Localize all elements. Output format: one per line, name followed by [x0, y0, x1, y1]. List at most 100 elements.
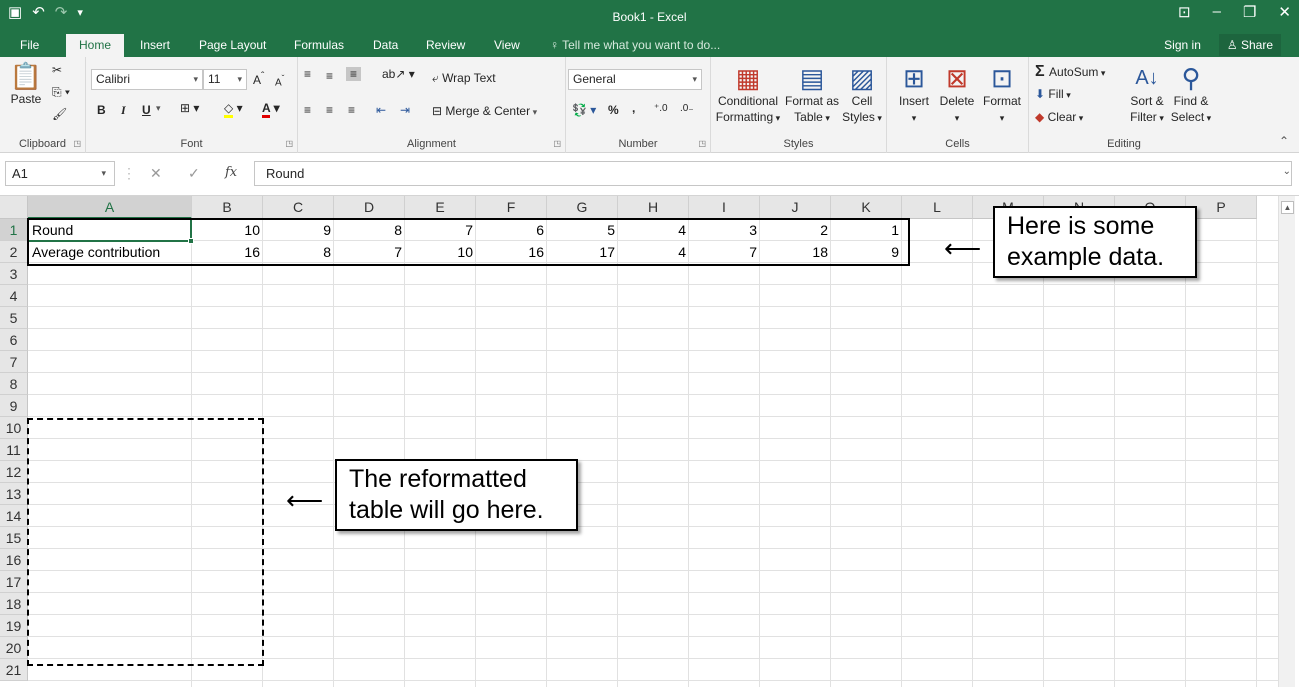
top-align-icon[interactable]: ≡	[304, 67, 311, 81]
minimize-button[interactable]: –	[1213, 3, 1221, 21]
column-header-k[interactable]: K	[831, 196, 902, 219]
decrease-indent-icon[interactable]: ⇤	[376, 103, 386, 117]
share-button[interactable]: ♙ Share	[1218, 34, 1281, 56]
dialog-launcher-icon[interactable]: ◳	[553, 139, 561, 148]
align-center-icon[interactable]: ≡	[326, 103, 333, 117]
column-header-h[interactable]: H	[618, 196, 689, 219]
row-header-13[interactable]: 13	[0, 483, 28, 505]
font-color-icon[interactable]: A ▾	[262, 101, 280, 118]
number-format-combo[interactable]: General ▾	[568, 69, 702, 90]
select-all-corner[interactable]	[0, 196, 28, 219]
column-header-i[interactable]: I	[689, 196, 760, 219]
column-header-j[interactable]: J	[760, 196, 831, 219]
row-header-8[interactable]: 8	[0, 373, 28, 395]
orientation-icon[interactable]: ab↗ ▾	[382, 67, 415, 81]
find-select-button[interactable]: ⚲ Find & Select ▾	[1169, 63, 1213, 126]
middle-align-icon[interactable]: ≡	[326, 69, 333, 83]
row-header-17[interactable]: 17	[0, 571, 28, 593]
restore-button[interactable]: ❐	[1243, 3, 1256, 21]
ribbon-display-icon[interactable]: ⊡	[1178, 3, 1191, 21]
accounting-format-icon[interactable]: 💱 ▾	[572, 103, 596, 117]
sign-in-link[interactable]: Sign in	[1164, 34, 1201, 56]
comma-button[interactable]: ,	[632, 101, 635, 115]
bold-button[interactable]: B	[97, 103, 106, 117]
column-header-a[interactable]: A	[28, 196, 192, 219]
format-cells-button[interactable]: ⊡ Format ▾	[979, 63, 1025, 126]
column-header-g[interactable]: G	[547, 196, 618, 219]
format-painter-icon[interactable]: 🖌	[52, 107, 67, 121]
borders-icon[interactable]: ⊞ ▾	[180, 101, 199, 115]
autosum-button[interactable]: Σ AutoSum ▾	[1035, 63, 1105, 81]
column-header-d[interactable]: D	[334, 196, 405, 219]
cut-icon[interactable]: ✂	[52, 63, 62, 77]
tab-home[interactable]: Home	[66, 34, 124, 57]
tab-insert[interactable]: Insert	[130, 34, 180, 57]
decrease-decimal-icon[interactable]: .0₋	[680, 103, 694, 114]
fill-button[interactable]: ⬇ Fill ▾	[1035, 87, 1071, 101]
chevron-down-icon[interactable]: ▾	[156, 103, 161, 114]
enter-icon[interactable]: ✓	[188, 165, 200, 182]
row-header-19[interactable]: 19	[0, 615, 28, 637]
row-header-3[interactable]: 3	[0, 263, 28, 285]
row-header-9[interactable]: 9	[0, 395, 28, 417]
underline-button[interactable]: U	[142, 103, 151, 117]
name-box[interactable]: A1 ▾	[5, 161, 115, 186]
collapse-ribbon-icon[interactable]: ⌃	[1279, 134, 1289, 148]
expand-formula-bar-icon[interactable]: ⌄	[1283, 166, 1291, 177]
dialog-launcher-icon[interactable]: ◳	[698, 139, 706, 148]
dialog-launcher-icon[interactable]: ◳	[73, 139, 81, 148]
merge-center-button[interactable]: ⊟ Merge & Center ▾	[432, 104, 537, 118]
tab-file[interactable]: File	[10, 34, 49, 57]
row-header-11[interactable]: 11	[0, 439, 28, 461]
column-header-l[interactable]: L	[902, 196, 973, 219]
tab-data[interactable]: Data	[363, 34, 408, 57]
fill-color-icon[interactable]: ◇ ▾	[224, 101, 243, 118]
tab-view[interactable]: View	[484, 34, 530, 57]
cancel-icon[interactable]: ✕	[150, 165, 162, 182]
row-header-14[interactable]: 14	[0, 505, 28, 527]
align-left-icon[interactable]: ≡	[304, 103, 311, 117]
formula-input[interactable]: Round	[254, 161, 1292, 186]
close-button[interactable]: ✕	[1278, 3, 1291, 21]
insert-function-icon[interactable]: fx	[225, 165, 237, 180]
format-as-table-button[interactable]: ▤ Format as Table ▾	[785, 63, 839, 126]
font-size-combo[interactable]: 11 ▾	[203, 69, 247, 90]
column-header-f[interactable]: F	[476, 196, 547, 219]
delete-cells-button[interactable]: ⊠ Delete ▾	[935, 63, 979, 126]
bottom-align-icon[interactable]: ≡	[346, 67, 362, 81]
scroll-up-icon[interactable]: ▲	[1281, 201, 1294, 214]
conditional-formatting-button[interactable]: ▦ Conditional Formatting ▾	[713, 63, 783, 126]
copy-icon[interactable]: ⎘ ▾	[52, 85, 70, 100]
row-header-2[interactable]: 2	[0, 241, 28, 263]
row-header-5[interactable]: 5	[0, 307, 28, 329]
column-header-c[interactable]: C	[263, 196, 334, 219]
row-header-18[interactable]: 18	[0, 593, 28, 615]
row-header-15[interactable]: 15	[0, 527, 28, 549]
align-right-icon[interactable]: ≡	[348, 103, 355, 117]
row-header-10[interactable]: 10	[0, 417, 28, 439]
tell-me-box[interactable]: ♀ Tell me what you want to do...	[550, 34, 720, 56]
sort-filter-button[interactable]: A↓ Sort & Filter ▾	[1125, 63, 1169, 126]
row-header-21[interactable]: 21	[0, 659, 28, 681]
increase-decimal-icon[interactable]: ⁺.0	[654, 103, 668, 114]
percent-button[interactable]: %	[608, 103, 619, 117]
italic-button[interactable]: I	[121, 103, 126, 118]
formula-bar-splitter[interactable]: ⋮	[122, 165, 136, 182]
row-header-1[interactable]: 1	[0, 219, 28, 241]
tab-page-layout[interactable]: Page Layout	[189, 34, 276, 57]
row-header-7[interactable]: 7	[0, 351, 28, 373]
tab-review[interactable]: Review	[416, 34, 475, 57]
row-header-12[interactable]: 12	[0, 461, 28, 483]
tab-formulas[interactable]: Formulas	[284, 34, 354, 57]
column-header-e[interactable]: E	[405, 196, 476, 219]
font-name-combo[interactable]: Calibri ▾	[91, 69, 203, 90]
worksheet-grid[interactable]: ABCDEFGHIJKLMNOP123456789101112131415161…	[0, 196, 1299, 687]
grow-font-icon[interactable]: Aˆ	[253, 71, 264, 87]
shrink-font-icon[interactable]: Aˇ	[275, 73, 284, 88]
row-header-4[interactable]: 4	[0, 285, 28, 307]
row-header-6[interactable]: 6	[0, 329, 28, 351]
increase-indent-icon[interactable]: ⇥	[400, 103, 410, 117]
clear-button[interactable]: ◆ Clear ▾	[1035, 110, 1083, 124]
insert-cells-button[interactable]: ⊞ Insert ▾	[893, 63, 935, 126]
row-header-16[interactable]: 16	[0, 549, 28, 571]
